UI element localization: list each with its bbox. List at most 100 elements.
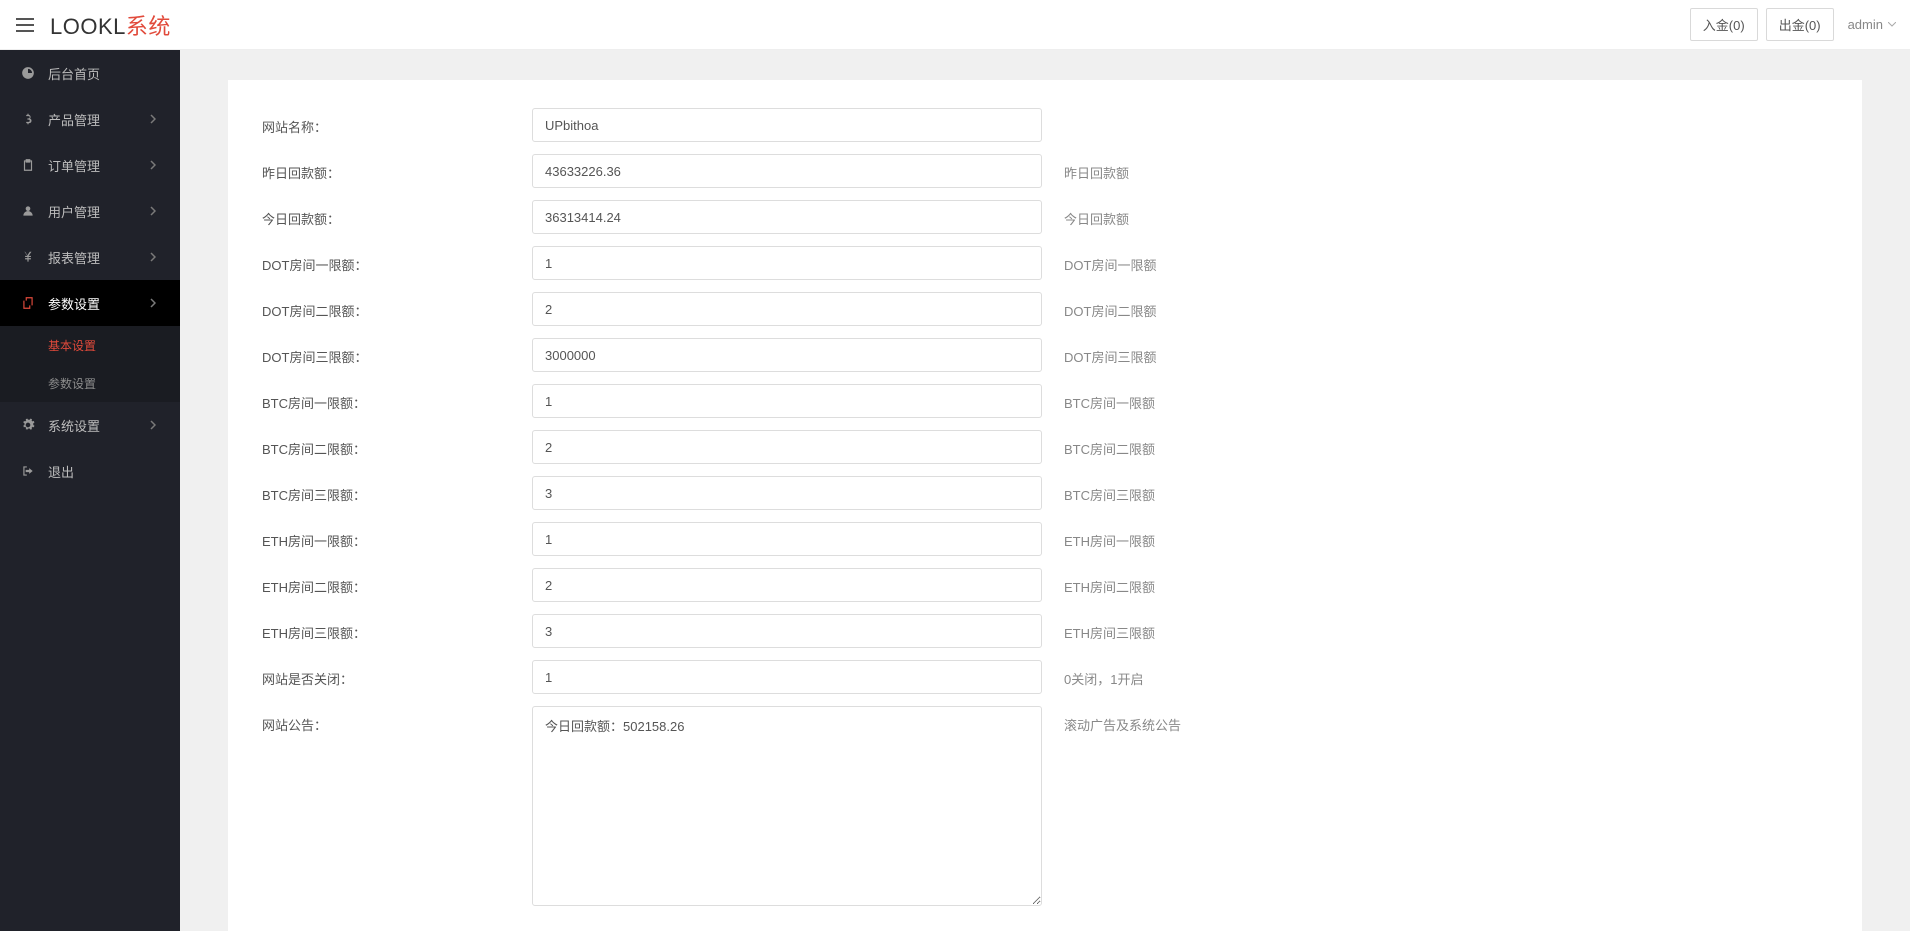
sidebar-item-label: 产品管理	[48, 110, 150, 129]
sidebar-item-7[interactable]: 退出	[0, 448, 180, 494]
field-input-4[interactable]	[532, 292, 1042, 326]
field-help	[1042, 108, 1302, 117]
field-help: DOT房间三限额	[1042, 338, 1302, 366]
field-help: DOT房间一限额	[1042, 246, 1302, 274]
clipboard-icon	[20, 157, 36, 173]
chevron-right-icon	[150, 420, 160, 430]
field-help: 滚动广告及系统公告	[1042, 706, 1302, 734]
content-area: 网站名称：昨日回款额：昨日回款额今日回款额：今日回款额DOT房间一限额：DOT房…	[180, 50, 1910, 931]
sidebar-item-6[interactable]: 系统设置	[0, 402, 180, 448]
field-label: DOT房间一限额：	[262, 246, 532, 274]
sidebar-item-5[interactable]: 参数设置	[0, 280, 180, 326]
sidebar-item-label: 参数设置	[48, 294, 150, 313]
sidebar-submenu: 基本设置参数设置	[0, 326, 180, 402]
form-row: BTC房间三限额： BTC房间三限额	[262, 476, 1828, 510]
field-help: DOT房间二限额	[1042, 292, 1302, 320]
field-help: BTC房间三限额	[1042, 476, 1302, 504]
field-help: ETH房间一限额	[1042, 522, 1302, 550]
field-input-6[interactable]	[532, 384, 1042, 418]
field-label: DOT房间二限额：	[262, 292, 532, 320]
sidebar-item-label: 后台首页	[48, 64, 160, 83]
field-label: ETH房间二限额：	[262, 568, 532, 596]
form-row: BTC房间二限额： BTC房间二限额	[262, 430, 1828, 464]
brand-text-1: LOOKL	[50, 14, 126, 39]
field-input-3[interactable]	[532, 246, 1042, 280]
menu-toggle-icon[interactable]	[14, 14, 36, 36]
field-input-11[interactable]	[532, 614, 1042, 648]
form-row: ETH房间一限额： ETH房间一限额	[262, 522, 1828, 556]
signout-icon	[20, 463, 36, 479]
field-label: ETH房间三限额：	[262, 614, 532, 642]
field-input-9[interactable]	[532, 522, 1042, 556]
field-help: BTC房间二限额	[1042, 430, 1302, 458]
form-row: 昨日回款额： 昨日回款额	[262, 154, 1828, 188]
chevron-down-icon	[1888, 22, 1896, 27]
form-row: ETH房间三限额： ETH房间三限额	[262, 614, 1828, 648]
field-label: 网站是否关闭：	[262, 660, 532, 688]
sidebar-item-label: 系统设置	[48, 416, 150, 435]
brand-logo: LOOKL系统	[50, 9, 171, 41]
sidebar-item-3[interactable]: 用户管理	[0, 188, 180, 234]
form-row: BTC房间一限额： BTC房间一限额	[262, 384, 1828, 418]
copy-icon	[20, 295, 36, 311]
settings-form-panel: 网站名称：昨日回款额：昨日回款额今日回款额：今日回款额DOT房间一限额：DOT房…	[228, 80, 1862, 931]
field-help: BTC房间一限额	[1042, 384, 1302, 412]
chevron-right-icon	[150, 114, 160, 124]
sidebar-subitem-5-0[interactable]: 基本设置	[0, 326, 180, 364]
field-label: DOT房间三限额：	[262, 338, 532, 366]
sidebar-item-label: 用户管理	[48, 202, 150, 221]
topbar: LOOKL系统 入金(0) 出金(0) admin	[0, 0, 1910, 50]
sidebar-item-1[interactable]: 产品管理	[0, 96, 180, 142]
form-row: DOT房间一限额： DOT房间一限额	[262, 246, 1828, 280]
field-help: 今日回款额	[1042, 200, 1302, 228]
chevron-right-icon	[150, 160, 160, 170]
field-input-8[interactable]	[532, 476, 1042, 510]
field-input-5[interactable]	[532, 338, 1042, 372]
sidebar-item-label: 报表管理	[48, 248, 150, 267]
admin-label: admin	[1848, 17, 1883, 32]
field-label: 昨日回款额：	[262, 154, 532, 182]
field-input-12[interactable]	[532, 660, 1042, 694]
form-row: DOT房间三限额： DOT房间三限额	[262, 338, 1828, 372]
field-label: 网站名称：	[262, 108, 532, 136]
deposit-button[interactable]: 入金(0)	[1690, 8, 1758, 41]
bitcoin-icon	[20, 111, 36, 127]
form-row: DOT房间二限额： DOT房间二限额	[262, 292, 1828, 326]
brand-text-2: 系统	[126, 14, 171, 39]
field-input-10[interactable]	[532, 568, 1042, 602]
form-row: 网站是否关闭： 0关闭，1开启	[262, 660, 1828, 694]
announcement-textarea[interactable]: 今日回款额：502158.26	[532, 706, 1042, 906]
cogs-icon	[20, 417, 36, 433]
user-icon	[20, 203, 36, 219]
sidebar: 后台首页产品管理订单管理用户管理报表管理参数设置基本设置参数设置系统设置退出	[0, 50, 180, 931]
form-row: 网站名称：	[262, 108, 1828, 142]
field-help: 0关闭，1开启	[1042, 660, 1302, 688]
form-row: 今日回款额：今日回款额	[262, 200, 1828, 234]
sidebar-item-label: 订单管理	[48, 156, 150, 175]
field-help: ETH房间三限额	[1042, 614, 1302, 642]
sidebar-item-4[interactable]: 报表管理	[0, 234, 180, 280]
admin-dropdown[interactable]: admin	[1848, 17, 1896, 32]
field-input-0[interactable]	[532, 108, 1042, 142]
form-row: ETH房间二限额： ETH房间二限额	[262, 568, 1828, 602]
sidebar-subitem-5-1[interactable]: 参数设置	[0, 364, 180, 402]
field-input-7[interactable]	[532, 430, 1042, 464]
withdraw-button[interactable]: 出金(0)	[1766, 8, 1834, 41]
field-label: BTC房间二限额：	[262, 430, 532, 458]
field-help: ETH房间二限额	[1042, 568, 1302, 596]
field-input-1[interactable]	[532, 154, 1042, 188]
form-row-announcement: 网站公告：今日回款额：502158.26滚动广告及系统公告	[262, 706, 1828, 906]
sidebar-item-label: 退出	[48, 462, 160, 481]
field-label: BTC房间三限额：	[262, 476, 532, 504]
chevron-right-icon	[150, 252, 160, 262]
dashboard-icon	[20, 65, 36, 81]
field-input-2[interactable]	[532, 200, 1042, 234]
field-label: BTC房间一限额：	[262, 384, 532, 412]
yen-icon	[20, 249, 36, 265]
field-label: ETH房间一限额：	[262, 522, 532, 550]
sidebar-item-0[interactable]: 后台首页	[0, 50, 180, 96]
chevron-right-icon	[150, 206, 160, 216]
field-label: 网站公告：	[262, 706, 532, 734]
sidebar-item-2[interactable]: 订单管理	[0, 142, 180, 188]
field-help: 昨日回款额	[1042, 154, 1302, 182]
